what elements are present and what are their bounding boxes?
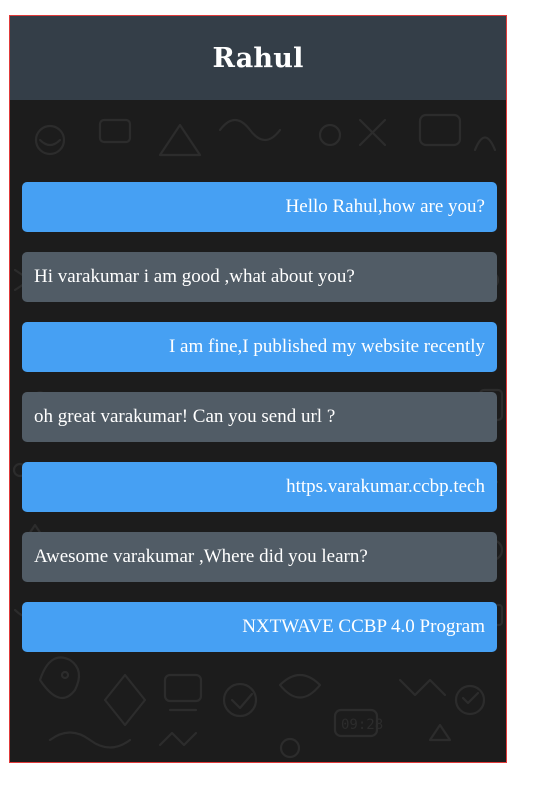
message-text: Awesome varakumar ,Where did you learn? xyxy=(34,546,368,567)
message-text: I am fine,I published my website recentl… xyxy=(168,336,485,357)
message-text: https.varakumar.ccbp.tech xyxy=(286,476,485,497)
message-bubble-sent: https.varakumar.ccbp.tech xyxy=(22,462,497,512)
chat-header: Rahul xyxy=(10,16,506,100)
message-bubble-sent: NXTWAVE CCBP 4.0 Program xyxy=(22,602,497,652)
message-text: oh great varakumar! Can you send url ? xyxy=(34,406,336,427)
message-bubble-sent: I am fine,I published my website recentl… xyxy=(22,322,497,372)
contact-name: Rahul xyxy=(212,42,304,74)
message-text: Hi varakumar i am good ,what about you? xyxy=(34,266,355,287)
svg-text:09:28: 09:28 xyxy=(341,717,383,733)
message-bubble-received: Hi varakumar i am good ,what about you? xyxy=(22,252,497,302)
message-bubble-received: oh great varakumar! Can you send url ? xyxy=(22,392,497,442)
message-text: NXTWAVE CCBP 4.0 Program xyxy=(242,616,485,637)
message-bubble-sent: Hello Rahul,how are you? xyxy=(22,182,497,232)
message-list: Hello Rahul,how are you? Hi varakumar i … xyxy=(22,182,497,672)
message-bubble-received: Awesome varakumar ,Where did you learn? xyxy=(22,532,497,582)
message-text: Hello Rahul,how are you? xyxy=(285,196,485,217)
chat-window: Rahul 09:28 Hello Rahul,how are you? Hi … xyxy=(9,15,507,763)
